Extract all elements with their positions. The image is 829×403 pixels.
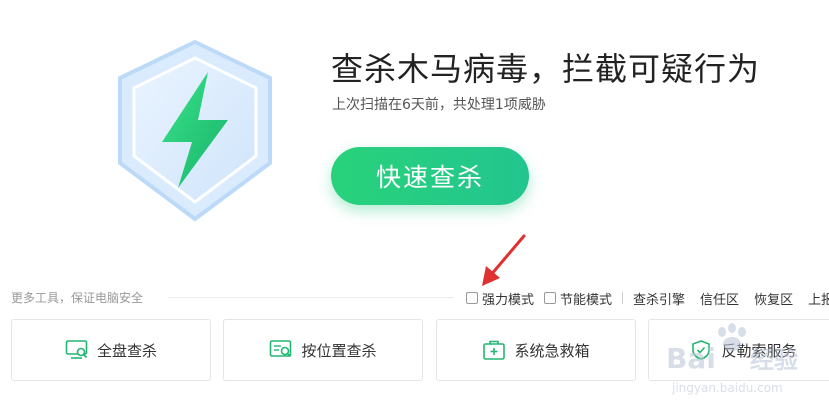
page-headline: 查杀木马病毒，拦截可疑行为 [331,50,761,88]
location-scan-card[interactable]: 按位置查杀 [223,319,423,381]
tool-label: 按位置查杀 [301,341,377,360]
full-disk-scan-card[interactable]: 全盘查杀 [11,319,211,381]
report-link[interactable]: 上报 [808,289,829,308]
tool-label: 系统急救箱 [514,341,590,360]
last-scan-status: 上次扫描在6天前，共处理1项威胁 [332,97,546,113]
annotation-arrow-icon [482,234,526,286]
svg-text:jingyan.baidu.com: jingyan.baidu.com [671,381,783,395]
checkbox-box[interactable] [544,292,557,304]
first-aid-kit-card[interactable]: 系统急救箱 [436,319,636,381]
first-aid-kit-icon [483,340,506,360]
svg-text:Bai: Bai [666,342,716,375]
scan-options-bar: 强力模式 节能模式 查杀引擎 信任区 恢复区 上报 [466,289,829,308]
shield-lightning-logo [118,39,272,222]
baidu-jingyan-watermark: Bai 经验 jingyan.baidu.com [666,323,798,395]
power-mode-checkbox[interactable]: 强力模式 [466,289,534,308]
divider-line [168,297,454,298]
monitor-scan-icon [65,340,88,359]
checkbox-box[interactable] [466,292,478,304]
trust-zone-link[interactable]: 信任区 [700,289,739,308]
location-scan-icon [270,340,292,358]
more-tools-label: 更多工具，保证电脑安全 [11,291,144,305]
restore-zone-link[interactable]: 恢复区 [754,289,793,308]
quick-scan-button[interactable]: 快速查杀 [331,147,529,205]
svg-text:经验: 经验 [750,346,798,374]
separator [622,292,624,304]
energy-saving-label: 节能模式 [560,292,613,308]
scan-engine-link[interactable]: 查杀引擎 [633,289,685,308]
tool-label: 全盘查杀 [96,341,157,360]
energy-saving-checkbox[interactable]: 节能模式 [544,289,612,308]
power-mode-label: 强力模式 [482,292,535,308]
